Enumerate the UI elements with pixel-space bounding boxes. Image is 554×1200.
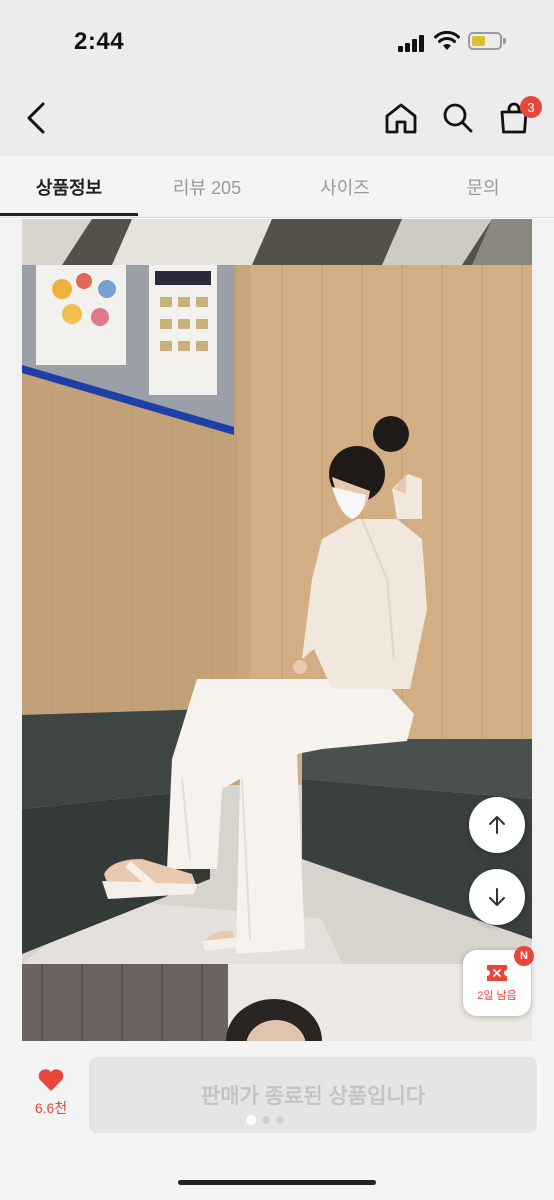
- battery-icon: [468, 32, 506, 50]
- scroll-up-button[interactable]: [469, 797, 525, 853]
- ticket-icon: [487, 965, 507, 981]
- like-count: 6.6천: [34, 1100, 68, 1116]
- battery-level: [472, 36, 485, 46]
- status-time: 2:44: [74, 28, 125, 55]
- tab-product-info[interactable]: 상품정보: [0, 156, 138, 218]
- tab-size[interactable]: 사이즈: [276, 156, 414, 218]
- image-page-indicator: [246, 1114, 284, 1126]
- scroll-down-button[interactable]: [469, 869, 525, 925]
- tab-inquiry[interactable]: 문의: [414, 156, 552, 218]
- coupon-new-badge: N: [514, 946, 534, 966]
- search-icon: [443, 103, 473, 133]
- home-indicator: [178, 1180, 376, 1185]
- product-photo-2: [22, 964, 532, 1041]
- home-icon: [385, 103, 417, 134]
- active-tab-indicator: [0, 213, 138, 216]
- search-button[interactable]: [438, 98, 478, 138]
- cart-count-badge: 3: [520, 96, 542, 118]
- coupon-remaining-label: 2일 남음: [477, 990, 517, 1002]
- arrow-down-icon: [489, 888, 505, 906]
- wifi-icon: [434, 30, 460, 50]
- home-button[interactable]: [381, 98, 421, 138]
- sold-out-button[interactable]: 판매가 종료된 상품입니다: [89, 1057, 537, 1133]
- product-tabs: 상품정보 리뷰 205 사이즈 문의: [0, 156, 554, 218]
- top-nav: [0, 80, 554, 156]
- product-image-area[interactable]: [0, 219, 554, 1041]
- signal-icon: [398, 34, 428, 52]
- heart-icon: [38, 1069, 64, 1091]
- status-bar: 2:44: [0, 0, 554, 80]
- like-button[interactable]: 6.6천: [18, 1068, 84, 1128]
- back-button[interactable]: [16, 98, 56, 138]
- arrow-up-icon: [489, 816, 505, 834]
- product-photo: [22, 219, 532, 964]
- tab-reviews[interactable]: 리뷰 205: [138, 156, 276, 218]
- chevron-left-icon: [27, 102, 45, 134]
- page-dot-active: [246, 1115, 256, 1125]
- page-dot: [276, 1116, 284, 1124]
- page-dot: [262, 1116, 270, 1124]
